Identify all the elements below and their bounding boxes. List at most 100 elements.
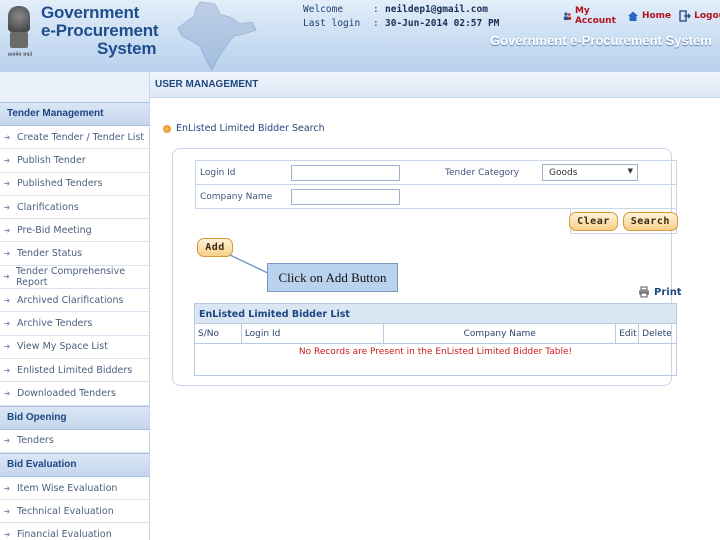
tender-category-select[interactable]: Goods ▼: [542, 164, 638, 181]
bullet-icon: [163, 124, 171, 133]
header-bar: सत्यमेव जयते Government e-Procurement Sy…: [0, 0, 720, 72]
breadcrumb: EnListed Limited Bidder Search: [163, 123, 325, 134]
column-header: Company Name: [384, 324, 617, 343]
table-header: S/No Login Id Company Name Edit Delete: [195, 324, 676, 344]
arrow-right-icon: ➜: [3, 179, 11, 189]
last-login-value: 30-Jun-2014 02:57 PM: [385, 18, 500, 29]
print-link[interactable]: Print: [638, 286, 682, 298]
arrow-right-icon: ➜: [3, 132, 11, 142]
sidebar-item-label: Create Tender / Tender List: [17, 131, 145, 143]
sidebar-item[interactable]: ➜ Archive Tenders: [0, 312, 149, 336]
my-account-link[interactable]: My Account: [563, 6, 619, 26]
sidebar-item[interactable]: ➜ Enlisted Limited Bidders: [0, 358, 149, 383]
company-name-input[interactable]: [291, 189, 400, 205]
tender-category-label: Tender Category: [445, 168, 520, 178]
sidebar-item-label: Archived Clarifications: [17, 294, 124, 306]
home-icon: [627, 11, 638, 21]
sidebar-item-label: Clarifications: [17, 201, 79, 213]
logo-line-3: System: [97, 39, 157, 58]
sidebar-spacer: [0, 72, 149, 102]
sidebar: Tender Management ➜ Create Tender / Tender…: [0, 72, 150, 540]
home-label: Home: [641, 11, 672, 21]
sidebar-item[interactable]: ➜ Tender Comprehensive Report: [0, 265, 149, 290]
search-form: Login Id Tender Category Goods ▼ Company…: [195, 160, 677, 209]
sidebar-item[interactable]: ➜ Publish Tender: [0, 149, 149, 173]
arrow-right-icon: ➜: [3, 319, 11, 329]
column-header: Login Id: [242, 324, 385, 343]
sidebar-item-label: Item Wise Evaluation: [17, 482, 118, 494]
sidebar-item[interactable]: ➜ Downloaded Tenders: [0, 382, 149, 406]
form-buttons: Clear Search: [569, 209, 678, 234]
page-title: USER MANAGEMENT: [150, 72, 720, 98]
printer-icon: [639, 286, 649, 298]
sidebar-item-label: Technical Evaluation: [17, 505, 114, 517]
sidebar-item[interactable]: ➜ Clarifications: [0, 195, 149, 220]
sidebar-item[interactable]: ➜ Tenders: [0, 429, 149, 453]
sidebar-item[interactable]: ➜ Tender Status: [0, 242, 149, 266]
sidebar-item-label: Enlisted Limited Bidders: [17, 364, 133, 376]
sidebar-item[interactable]: ➜ Archived Clarifications: [0, 289, 149, 313]
print-label: Print: [654, 286, 682, 298]
arrow-right-icon: ➜: [3, 365, 11, 375]
logout-label: Logout: [694, 11, 720, 21]
user-email: neildep1@gmail.com: [385, 4, 488, 15]
sidebar-item-label: Archive Tenders: [17, 318, 93, 330]
sidebar-item-label: Downloaded Tenders: [17, 387, 116, 399]
column-header: Edit: [616, 324, 640, 343]
sidebar-item-label: Published Tenders: [17, 178, 103, 190]
tender-category-value: Goods: [549, 168, 578, 178]
sidebar-item[interactable]: ➜ Create Tender / Tender List: [0, 126, 149, 150]
breadcrumb-label: EnListed Limited Bidder Search: [176, 123, 325, 134]
home-link[interactable]: Home: [627, 10, 671, 22]
main-content: USER MANAGEMENT EnListed Limited Bidder …: [150, 72, 720, 540]
sidebar-item[interactable]: ➜ Technical Evaluation: [0, 500, 149, 524]
site-logo[interactable]: Government e-Procurement System: [41, 3, 159, 58]
arrow-right-icon: ➜: [3, 388, 11, 398]
logo-line-1: Government: [41, 3, 140, 22]
arrow-right-icon: ➜: [3, 225, 11, 235]
bidder-list-table: EnListed Limited Bidder List S/No Login …: [194, 303, 677, 376]
user-info: Welcome: neildep1@gmail.com Last login:30…: [303, 3, 499, 31]
sidebar-section-title: Bid Opening: [0, 405, 149, 430]
india-map-icon: [177, 1, 257, 72]
sidebar-item[interactable]: ➜ Published Tenders: [0, 172, 149, 196]
sidebar-item-label: Tender Comprehensive Report: [15, 265, 126, 288]
sidebar-item-label: Financial Evaluation: [17, 529, 112, 540]
sidebar-item-label: Pre-Bid Meeting: [17, 224, 92, 236]
arrow-right-icon: ➜: [3, 436, 11, 446]
top-links: My Account Home Logout: [563, 6, 720, 26]
sidebar-item-label: Tenders: [17, 435, 54, 447]
arrow-right-icon: ➜: [3, 483, 11, 493]
sidebar-item[interactable]: ➜ Pre-Bid Meeting: [0, 219, 149, 243]
sidebar-item[interactable]: ➜ Item Wise Evaluation: [0, 476, 149, 501]
last-login-label: Last login: [303, 18, 361, 29]
emblem-motto: सत्यमेव जयते: [7, 52, 33, 58]
tutorial-callout: Click on Add Button: [267, 263, 398, 292]
welcome-label: Welcome: [303, 4, 344, 15]
user-icon: [563, 12, 572, 21]
my-account-label: My Account: [574, 6, 616, 26]
sidebar-item[interactable]: ➜ Financial Evaluation: [0, 523, 149, 540]
logout-icon: [679, 10, 692, 22]
search-button[interactable]: Search: [622, 211, 678, 231]
login-id-label: Login Id: [200, 168, 236, 178]
arrow-right-icon: ➜: [3, 155, 11, 165]
arrow-right-icon: ➜: [3, 272, 10, 282]
column-header: S/No: [195, 324, 242, 343]
sidebar-section-title: Tender Management: [0, 102, 149, 126]
arrow-right-icon: ➜: [3, 530, 11, 540]
colon: :: [373, 18, 379, 29]
arrow-right-icon: ➜: [3, 342, 11, 352]
sidebar-item-label: Publish Tender: [17, 154, 86, 166]
colon: :: [373, 4, 379, 15]
clear-button[interactable]: Clear: [569, 211, 618, 231]
sidebar-item-label: View My Space List: [17, 341, 108, 353]
arrow-right-icon: ➜: [3, 202, 11, 212]
national-emblem-icon: सत्यमेव जयते: [5, 6, 33, 64]
sidebar-item-label: Tender Status: [17, 248, 83, 260]
company-name-label: Company Name: [200, 192, 273, 202]
logout-link[interactable]: Logout: [679, 10, 720, 22]
arrow-right-icon: ➜: [3, 295, 11, 305]
sidebar-item[interactable]: ➜ View My Space List: [0, 335, 149, 359]
login-id-input[interactable]: [291, 165, 400, 181]
